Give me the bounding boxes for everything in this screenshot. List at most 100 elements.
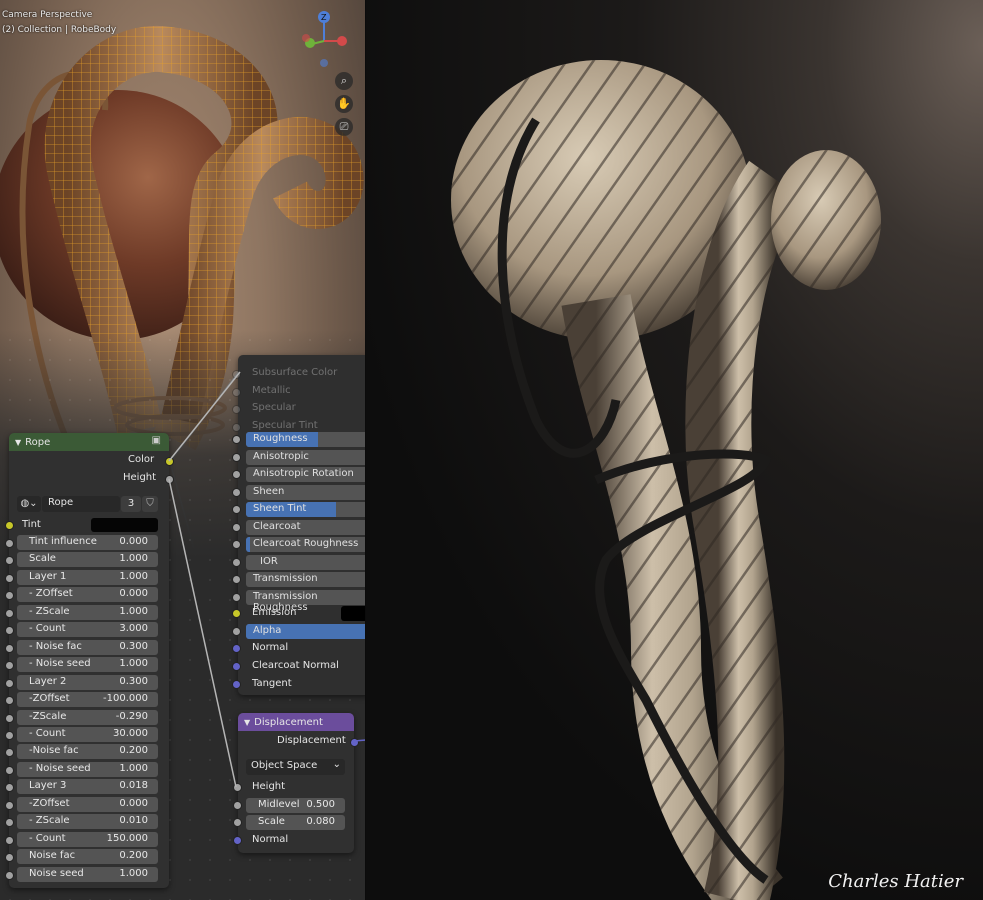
scale-value: 0.080 (306, 816, 335, 827)
rope-field-label: Noise fac (29, 850, 76, 862)
rope-field[interactable]: Scale 1.000 (17, 552, 158, 568)
bsdf-slider[interactable]: Transmission (246, 572, 366, 587)
alpha-slider[interactable]: Alpha (246, 624, 366, 639)
rope-field-socket[interactable] (5, 835, 14, 845)
rope-field-socket[interactable] (5, 765, 14, 775)
bsdf-input-socket[interactable] (232, 505, 241, 514)
rope-field[interactable]: Noise fac 0.200 (17, 849, 158, 865)
tint-color-swatch[interactable] (91, 518, 158, 532)
rope-field[interactable]: - Noise seed 1.000 (17, 761, 158, 777)
rope-field-label: - Count (29, 832, 66, 844)
midlevel-field[interactable]: Midlevel 0.500 (246, 798, 345, 813)
collapse-arrow-icon[interactable]: ▼ (244, 718, 250, 727)
rope-field-socket[interactable] (5, 643, 14, 653)
rope-field-socket[interactable] (5, 713, 14, 723)
fake-user-shield-icon[interactable]: ⛉ (142, 496, 158, 512)
rope-field[interactable]: Layer 2 0.300 (17, 674, 158, 690)
rope-field[interactable]: - Noise fac 0.300 (17, 639, 158, 655)
rope-field-label: -ZOffset (29, 693, 70, 705)
bsdf-slider[interactable]: IOR (246, 554, 366, 570)
bsdf-input-socket[interactable] (232, 557, 241, 567)
rope-field[interactable]: - Count 30.000 (17, 726, 158, 742)
rope-field-value: 0.200 (119, 745, 148, 757)
rope-field-value: 0.018 (119, 780, 148, 792)
rope-field-socket[interactable] (5, 573, 14, 583)
rope-node-header[interactable]: ▼ Rope ▣ (9, 433, 169, 451)
bsdf-slider[interactable]: Clearcoat (246, 519, 366, 535)
navigation-gizmo[interactable]: Z (296, 8, 356, 68)
tangent-socket[interactable] (232, 680, 241, 689)
rope-field[interactable]: -Noise fac 0.200 (17, 744, 158, 760)
bsdf-slider-label: Clearcoat Roughness (253, 538, 359, 549)
rope-height-output-socket[interactable] (165, 475, 174, 484)
bsdf-input-socket[interactable] (232, 470, 241, 479)
bsdf-input-socket[interactable] (232, 540, 241, 549)
rope-field[interactable]: -ZOffset 0.000 (17, 796, 158, 812)
camera-icon[interactable]: ⎚ (335, 118, 353, 136)
rope-field[interactable]: - Noise seed 1.000 (17, 657, 158, 673)
tint-socket[interactable] (5, 521, 14, 530)
scale-socket[interactable] (233, 818, 242, 827)
viewport-collection-label: (2) Collection | RobeBody (2, 25, 117, 35)
rope-field[interactable]: - Count 3.000 (17, 622, 158, 638)
alpha-socket[interactable] (232, 627, 241, 636)
normal-input-label: Normal (252, 834, 289, 845)
rope-field-socket[interactable] (5, 730, 14, 740)
rope-field-socket[interactable] (5, 678, 14, 688)
bsdf-slider[interactable]: Transmission Roughness (246, 589, 366, 613)
rope-field[interactable]: Layer 1 1.000 (17, 569, 158, 585)
datablock-users-button[interactable]: 3 (121, 496, 141, 512)
bsdf-faded-socket[interactable] (232, 387, 241, 397)
rope-field[interactable]: -ZOffset -100.000 (17, 692, 158, 708)
zoom-icon[interactable]: ⌕ (335, 72, 353, 90)
normal-input-socket[interactable] (233, 836, 242, 845)
clearcoat-normal-socket[interactable] (232, 662, 241, 671)
bsdf-slider[interactable]: Anisotropic Rotation (246, 467, 366, 482)
datablock-type-dropdown[interactable]: ◍⌄ (17, 496, 41, 512)
rope-field-socket[interactable] (5, 800, 14, 810)
rope-field[interactable]: Layer 3 0.018 (17, 779, 158, 795)
bsdf-slider[interactable]: Roughness (246, 432, 366, 447)
rope-field-socket[interactable] (5, 870, 14, 880)
bsdf-input-socket[interactable] (232, 575, 241, 584)
node-group-icon[interactable]: ▣ (152, 435, 161, 446)
space-dropdown[interactable]: Object Space ⌄ (246, 759, 345, 775)
bsdf-faded-socket[interactable] (232, 422, 241, 432)
bsdf-input-socket[interactable] (232, 522, 241, 532)
bsdf-slider[interactable]: Sheen Tint (246, 502, 366, 517)
bsdf-input-socket[interactable] (232, 592, 241, 602)
rope-field[interactable]: Tint influence 0.000 (17, 535, 158, 550)
bsdf-slider[interactable]: Sheen (246, 484, 366, 500)
rope-field[interactable]: - ZOffset 0.000 (17, 587, 158, 603)
emission-socket[interactable] (232, 609, 241, 618)
bsdf-faded-socket[interactable] (232, 370, 241, 379)
space-dropdown-value: Object Space (251, 760, 318, 771)
rope-field[interactable]: Noise seed 1.000 (17, 866, 158, 882)
bsdf-input-socket[interactable] (232, 452, 241, 462)
hand-icon[interactable]: ✋ (335, 95, 353, 113)
displacement-node-header[interactable]: ▼ Displacement (238, 713, 354, 731)
height-input-socket[interactable] (233, 783, 242, 792)
midlevel-socket[interactable] (233, 801, 242, 810)
rope-field[interactable]: - ZScale 0.010 (17, 814, 158, 830)
rope-field-socket[interactable] (5, 608, 14, 618)
bsdf-slider[interactable]: Clearcoat Roughness (246, 537, 366, 552)
rope-color-output-socket[interactable] (165, 457, 174, 466)
bsdf-faded-socket[interactable] (232, 405, 241, 414)
displacement-output-socket[interactable] (350, 738, 359, 747)
rope-field[interactable]: -ZScale -0.290 (17, 709, 158, 725)
bsdf-slider-label: Sheen (253, 485, 285, 497)
rope-field[interactable]: - ZScale 1.000 (17, 604, 158, 620)
bsdf-input-socket[interactable] (232, 435, 241, 444)
normal-socket[interactable] (232, 644, 241, 653)
scale-field[interactable]: Scale 0.080 (246, 815, 345, 830)
datablock-name-field[interactable]: Rope (42, 496, 120, 512)
rope-field-socket[interactable] (5, 539, 14, 548)
emission-color-swatch[interactable] (341, 606, 366, 621)
rope-field[interactable]: - Count 150.000 (17, 831, 158, 847)
bsdf-slider[interactable]: Anisotropic (246, 449, 366, 465)
rope-field-label: -ZOffset (29, 797, 70, 809)
bsdf-input-socket[interactable] (232, 487, 241, 497)
collapse-arrow-icon[interactable]: ▼ (15, 438, 21, 447)
rope-field-socket[interactable] (5, 696, 14, 706)
